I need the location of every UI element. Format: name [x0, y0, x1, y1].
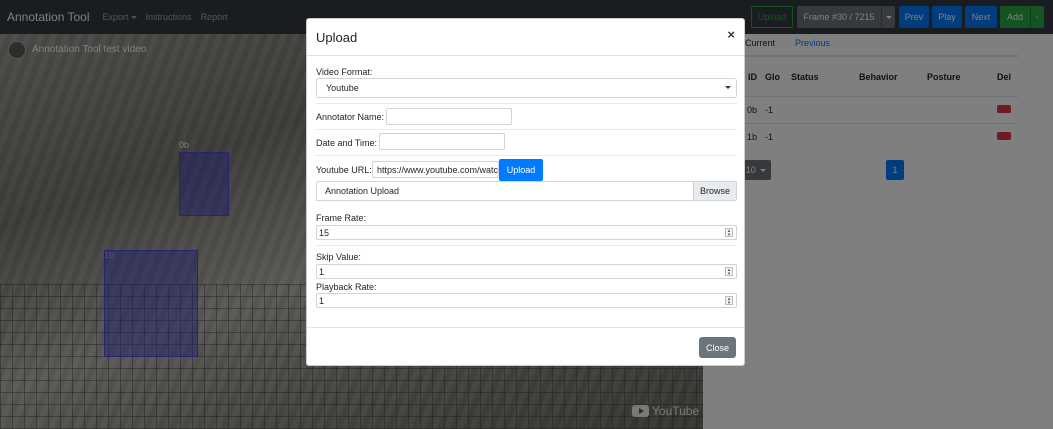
annotator-name-input[interactable] — [386, 108, 512, 125]
playback-rate-value: 1 — [319, 295, 325, 306]
browse-button[interactable]: Browse — [693, 182, 736, 200]
modal-footer: Close — [307, 327, 744, 365]
divider — [315, 129, 737, 130]
playback-rate-input[interactable]: 1 ▴ ▾ — [316, 293, 737, 308]
youtube-url-input[interactable]: https://www.youtube.com/watc — [372, 161, 499, 178]
url-upload-button[interactable]: Upload — [499, 159, 543, 181]
modal-title: Upload — [316, 30, 358, 45]
chevron-down-icon — [725, 86, 731, 89]
divider — [315, 245, 737, 246]
divider — [315, 103, 737, 104]
annotation-file-label: Annotation Upload — [325, 186, 400, 196]
frame-rate-label: Frame Rate: — [316, 213, 367, 223]
date-time-input[interactable] — [379, 133, 505, 150]
video-format-label: Video Format: — [316, 67, 373, 77]
youtube-url-label: Youtube URL: — [316, 165, 372, 175]
frame-rate-value: 15 — [319, 227, 330, 238]
close-button[interactable]: Close — [699, 337, 736, 358]
skip-value: 1 — [319, 266, 325, 277]
modal-header: Upload × — [307, 19, 744, 56]
annotation-file-input[interactable]: Annotation Upload Browse — [316, 181, 737, 201]
stepper-icon[interactable]: ▴ ▾ — [725, 296, 733, 306]
playback-rate-label: Playback Rate: — [316, 282, 377, 292]
stepper-icon[interactable]: ▴ ▾ — [725, 228, 733, 238]
frame-rate-input[interactable]: 15 ▴ ▾ — [316, 225, 737, 240]
stepper-icon[interactable]: ▴ ▾ — [725, 267, 733, 277]
video-format-select[interactable]: Youtube — [316, 78, 737, 98]
close-icon[interactable]: × — [727, 27, 735, 42]
skip-value-label: Skip Value: — [316, 252, 361, 262]
divider — [315, 155, 737, 156]
skip-value-input[interactable]: 1 ▴ ▾ — [316, 264, 737, 279]
annotator-name-label: Annotator Name: — [316, 112, 385, 122]
upload-modal: Upload × Video Format: Youtube Annotator… — [306, 18, 745, 366]
video-format-value: Youtube — [326, 83, 359, 93]
date-time-label: Date and Time: — [316, 138, 378, 148]
